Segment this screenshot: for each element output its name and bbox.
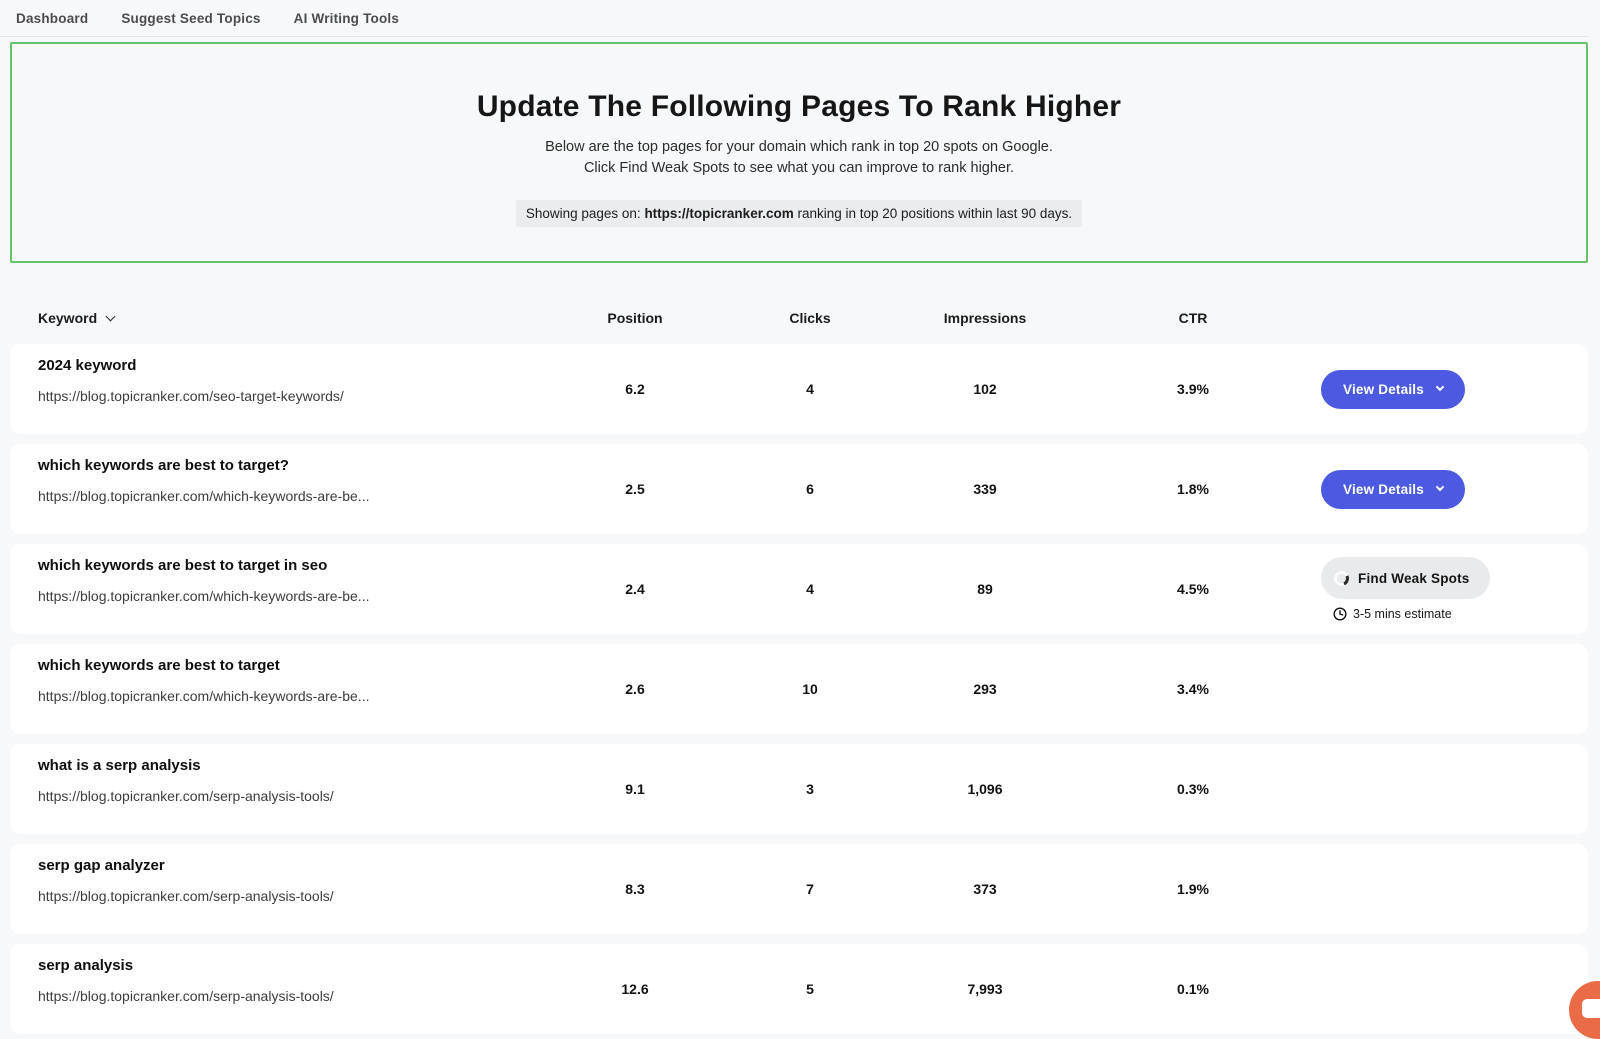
position-value: 2.4 [555, 581, 715, 597]
keyword-cell: serp analysis https://blog.topicranker.c… [10, 944, 555, 1034]
ctr-value: 0.3% [1065, 781, 1321, 797]
keyword-cell: 2024 keyword https://blog.topicranker.co… [10, 344, 555, 434]
keyword-text: which keywords are best to target? [38, 457, 555, 474]
clicks-value: 4 [715, 381, 905, 397]
subtitle-line-2: Click Find Weak Spots to see what you ca… [12, 158, 1586, 179]
filter-summary-badge: Showing pages on: https://topicranker.co… [516, 200, 1082, 227]
time-estimate: 3-5 mins estimate [1333, 607, 1452, 621]
page-url: https://blog.topicranker.com/serp-analys… [38, 988, 555, 1004]
position-value: 9.1 [555, 781, 715, 797]
impressions-value: 7,993 [905, 981, 1065, 997]
keyword-text: serp gap analyzer [38, 857, 555, 874]
nav-item-ai-writing-tools[interactable]: AI Writing Tools [294, 11, 399, 26]
chevron-down-icon [1436, 383, 1444, 391]
clicks-value: 4 [715, 581, 905, 597]
ctr-value: 3.9% [1065, 381, 1321, 397]
keyword-text: which keywords are best to target in seo [38, 557, 555, 574]
keyword-text: which keywords are best to target [38, 657, 555, 674]
nav-item-suggest-seed-topics[interactable]: Suggest Seed Topics [121, 11, 260, 26]
keyword-table: Keyword Position Clicks Impressions CTR … [10, 310, 1588, 1034]
page-subtitle: Below are the top pages for your domain … [12, 137, 1586, 179]
keyword-cell: which keywords are best to target in seo… [10, 544, 555, 634]
table-row: serp analysis https://blog.topicranker.c… [10, 944, 1588, 1034]
clicks-value: 5 [715, 981, 905, 997]
find-weak-spots-loading-button[interactable]: Find Weak Spots [1321, 557, 1490, 599]
chevron-down-icon [106, 311, 116, 321]
keyword-text: serp analysis [38, 957, 555, 974]
view-details-button[interactable]: View Details [1321, 470, 1465, 509]
table-row: which keywords are best to target https:… [10, 644, 1588, 734]
top-nav: Dashboard Suggest Seed Topics AI Writing… [0, 0, 1588, 37]
clicks-value: 6 [715, 481, 905, 497]
table-row: which keywords are best to target? https… [10, 444, 1588, 534]
ctr-value: 0.1% [1065, 981, 1321, 997]
action-cell: Find Weak Spots Find Weak Spots Find Wea… [1321, 744, 1588, 834]
impressions-value: 339 [905, 481, 1065, 497]
action-cell: Find Weak Spots Find Weak Spots Find Wea… [1321, 944, 1588, 1034]
table-row: what is a serp analysis https://blog.top… [10, 744, 1588, 834]
clock-icon [1333, 607, 1347, 621]
spinner-icon [1332, 568, 1351, 587]
keyword-cell: which keywords are best to target? https… [10, 444, 555, 534]
view-details-button[interactable]: View Details [1321, 370, 1465, 409]
column-header-keyword-sort[interactable]: Keyword [10, 310, 555, 326]
keyword-text: 2024 keyword [38, 357, 555, 374]
keyword-text: what is a serp analysis [38, 757, 555, 774]
clicks-value: 10 [715, 681, 905, 697]
position-value: 2.5 [555, 481, 715, 497]
action-cell: Find Weak Spots Find Weak Spots Find Wea… [1321, 544, 1588, 634]
clicks-value: 3 [715, 781, 905, 797]
page-url: https://blog.topicranker.com/which-keywo… [38, 488, 555, 504]
page-url: https://blog.topicranker.com/serp-analys… [38, 788, 555, 804]
clicks-value: 7 [715, 881, 905, 897]
action-cell: View Details View Details View Details [1321, 444, 1588, 534]
nav-item-dashboard[interactable]: Dashboard [16, 11, 88, 26]
keyword-cell: serp gap analyzer https://blog.topicrank… [10, 844, 555, 934]
hero-panel: Update The Following Pages To Rank Highe… [10, 42, 1588, 263]
column-header-impressions: Impressions [905, 310, 1065, 326]
column-header-clicks: Clicks [715, 310, 905, 326]
ctr-value: 4.5% [1065, 581, 1321, 597]
page-url: https://blog.topicranker.com/serp-analys… [38, 888, 555, 904]
page-url: https://blog.topicranker.com/which-keywo… [38, 688, 555, 704]
table-row: 2024 keyword https://blog.topicranker.co… [10, 344, 1588, 434]
position-value: 6.2 [555, 381, 715, 397]
impressions-value: 373 [905, 881, 1065, 897]
page-url: https://blog.topicranker.com/seo-target-… [38, 388, 555, 404]
ctr-value: 1.8% [1065, 481, 1321, 497]
chat-icon [1582, 999, 1600, 1018]
action-cell: Find Weak Spots Find Weak Spots Find Wea… [1321, 844, 1588, 934]
column-header-position: Position [555, 310, 715, 326]
page-url: https://blog.topicranker.com/which-keywo… [38, 588, 555, 604]
action-cell: Find Weak Spots Find Weak Spots Find Wea… [1321, 644, 1588, 734]
keyword-cell: which keywords are best to target https:… [10, 644, 555, 734]
subtitle-line-1: Below are the top pages for your domain … [12, 137, 1586, 158]
position-value: 12.6 [555, 981, 715, 997]
impressions-value: 102 [905, 381, 1065, 397]
table-row: serp gap analyzer https://blog.topicrank… [10, 844, 1588, 934]
position-value: 2.6 [555, 681, 715, 697]
impressions-value: 293 [905, 681, 1065, 697]
filter-domain: https://topicranker.com [644, 206, 793, 221]
ctr-value: 3.4% [1065, 681, 1321, 697]
position-value: 8.3 [555, 881, 715, 897]
ctr-value: 1.9% [1065, 881, 1321, 897]
action-cell: View Details View Details View Details [1321, 344, 1588, 434]
keyword-cell: what is a serp analysis https://blog.top… [10, 744, 555, 834]
column-header-ctr: CTR [1065, 310, 1321, 326]
impressions-value: 89 [905, 581, 1065, 597]
page-title: Update The Following Pages To Rank Highe… [12, 90, 1586, 124]
chevron-down-icon [1436, 483, 1444, 491]
table-header-row: Keyword Position Clicks Impressions CTR [10, 310, 1588, 326]
table-body: 2024 keyword https://blog.topicranker.co… [10, 344, 1588, 1034]
table-row: which keywords are best to target in seo… [10, 544, 1588, 634]
impressions-value: 1,096 [905, 781, 1065, 797]
